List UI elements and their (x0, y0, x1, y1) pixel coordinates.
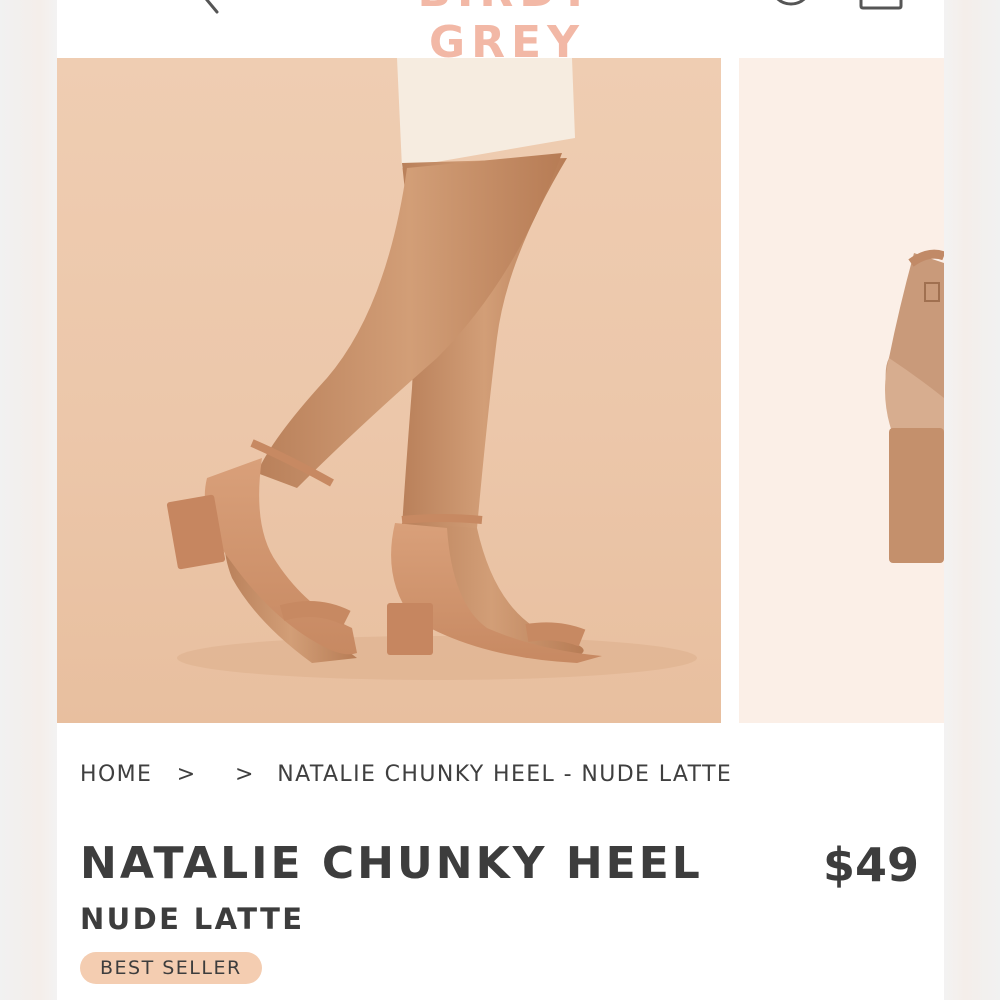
product-color-name: NUDE LATTE (80, 902, 305, 936)
account-icon[interactable] (769, 0, 813, 10)
product-price: $49 (822, 838, 919, 892)
breadcrumb-current: NATALIE CHUNKY HEEL - NUDE LATTE (277, 762, 733, 787)
breadcrumb-home-link[interactable]: HOME (80, 762, 152, 787)
product-image-gallery[interactable] (57, 58, 944, 723)
product-photo-model[interactable] (57, 58, 721, 723)
best-seller-badge: BEST SELLER (80, 952, 262, 984)
product-title: NATALIE CHUNKY HEEL (80, 838, 703, 889)
model-legs-illustration (166, 58, 697, 680)
product-photo-closeup[interactable] (739, 58, 944, 723)
back-chevron-icon[interactable] (195, 0, 225, 16)
sandal-closeup-illustration (885, 249, 944, 563)
app-frame: BIRDY GREY (57, 0, 944, 1000)
breadcrumb-separator: > (235, 762, 255, 787)
site-header: BIRDY GREY (57, 0, 944, 68)
shopping-bag-icon[interactable] (857, 0, 905, 10)
breadcrumb-separator: > (176, 762, 197, 787)
breadcrumb: HOME > > NATALIE CHUNKY HEEL - NUDE LATT… (80, 762, 732, 792)
